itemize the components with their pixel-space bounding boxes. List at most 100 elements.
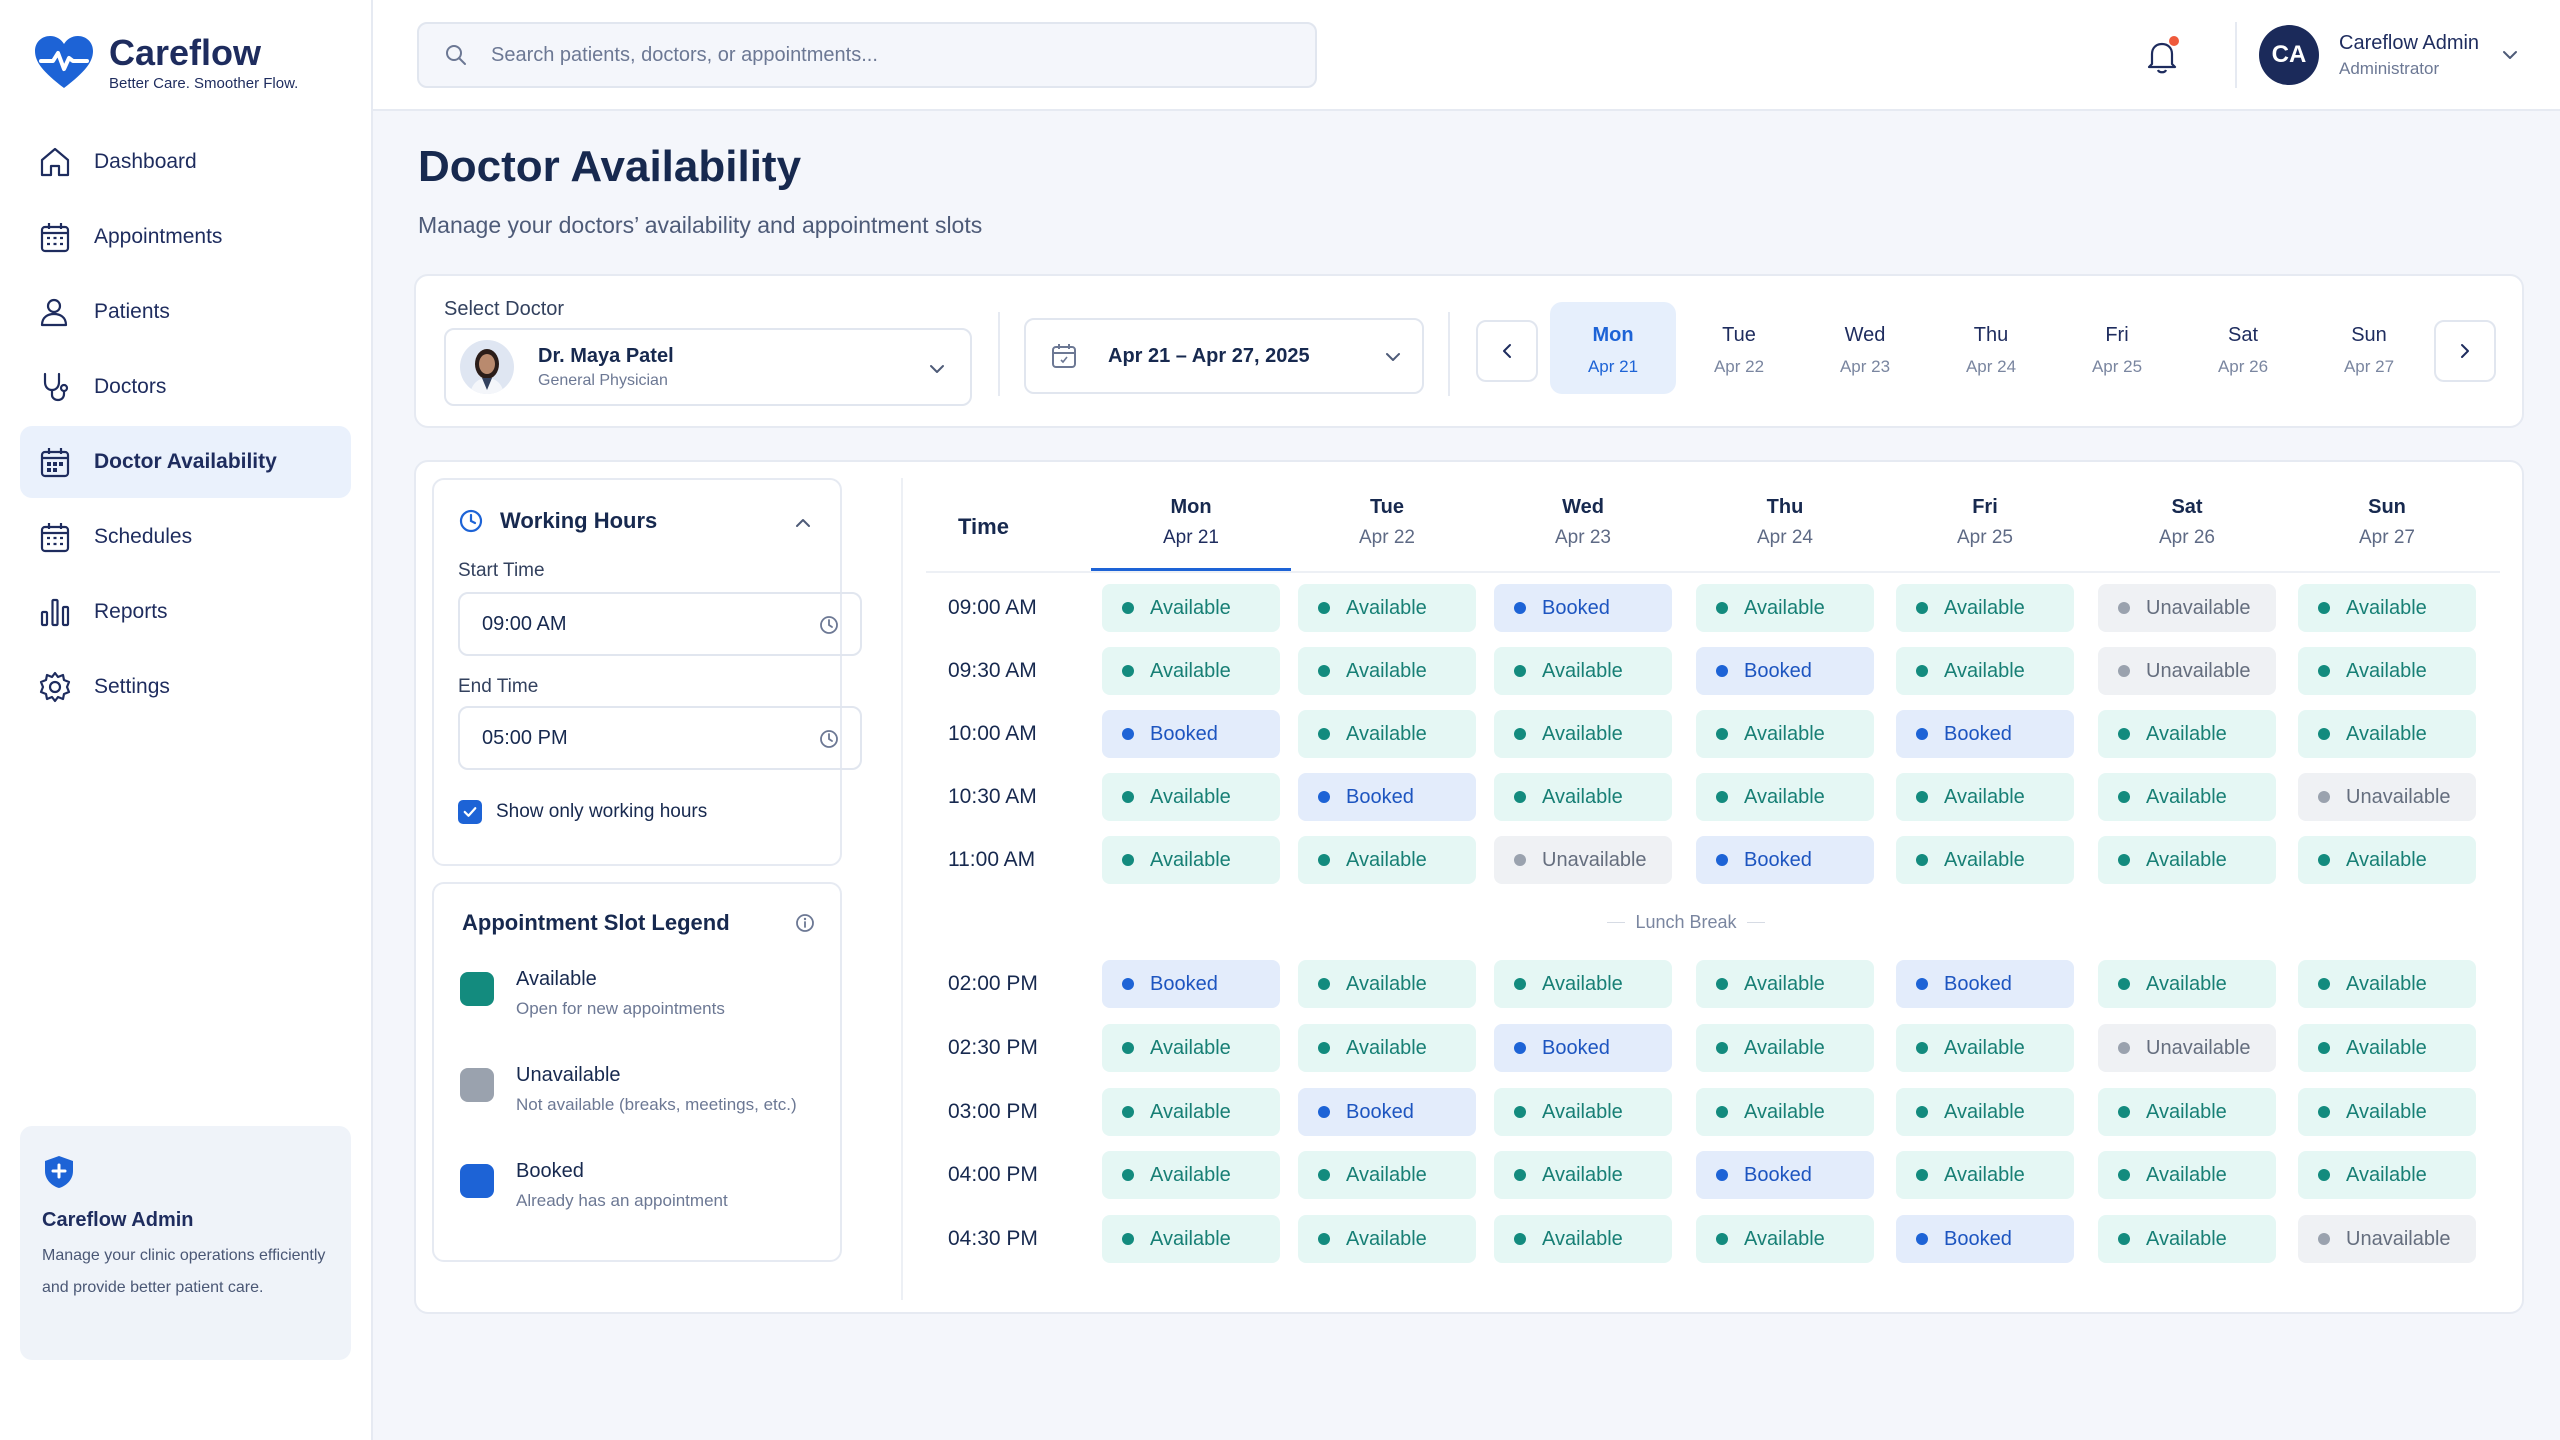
slot-available[interactable]: Available xyxy=(1298,710,1476,758)
slot-available[interactable]: Available xyxy=(2298,647,2476,695)
slot-booked[interactable]: Booked xyxy=(1896,710,2074,758)
slot-available[interactable]: Available xyxy=(1494,773,1672,821)
slot-available[interactable]: Available xyxy=(1298,960,1476,1008)
slot-available[interactable]: Available xyxy=(1896,1151,2074,1199)
slot-available[interactable]: Available xyxy=(2298,1088,2476,1136)
slot-available[interactable]: Available xyxy=(2298,1151,2476,1199)
sidebar-item-doctor-availability[interactable]: Doctor Availability xyxy=(20,426,351,498)
slot-available[interactable]: Available xyxy=(1896,647,2074,695)
slot-booked[interactable]: Booked xyxy=(1494,584,1672,632)
sidebar-item-schedules[interactable]: Schedules xyxy=(20,501,351,573)
sidebar-item-appointments[interactable]: Appointments xyxy=(20,201,351,273)
slot-available[interactable]: Available xyxy=(1896,1024,2074,1072)
slot-available[interactable]: Available xyxy=(1696,1088,1874,1136)
start-time-input[interactable]: 09:00 AM xyxy=(458,592,862,656)
slot-available[interactable]: Available xyxy=(1896,584,2074,632)
slot-unavailable[interactable]: Unavailable xyxy=(2298,1215,2476,1263)
slot-available[interactable]: Available xyxy=(1696,584,1874,632)
slot-available[interactable]: Available xyxy=(1494,710,1672,758)
sidebar-item-settings[interactable]: Settings xyxy=(20,651,351,723)
day-tab-fri[interactable]: Fri Apr 25 xyxy=(2054,302,2180,394)
slot-available[interactable]: Available xyxy=(2098,773,2276,821)
slot-available[interactable]: Available xyxy=(2098,836,2276,884)
end-time-input[interactable]: 05:00 PM xyxy=(458,706,862,770)
slot-available[interactable]: Available xyxy=(1696,960,1874,1008)
slot-unavailable[interactable]: Unavailable xyxy=(1494,836,1672,884)
slot-available[interactable]: Available xyxy=(1494,1088,1672,1136)
sidebar-item-reports[interactable]: Reports xyxy=(20,576,351,648)
slot-available[interactable]: Available xyxy=(1494,1215,1672,1263)
slot-available[interactable]: Available xyxy=(2298,584,2476,632)
slot-available[interactable]: Available xyxy=(1102,1151,1280,1199)
slot-available[interactable]: Available xyxy=(1102,584,1280,632)
slot-available[interactable]: Available xyxy=(2098,1088,2276,1136)
slot-available[interactable]: Available xyxy=(2298,1024,2476,1072)
info-icon[interactable] xyxy=(794,912,816,934)
notifications-button[interactable] xyxy=(2143,36,2181,76)
slot-available[interactable]: Available xyxy=(1298,1024,1476,1072)
day-tab-sun[interactable]: Sun Apr 27 xyxy=(2306,302,2432,394)
slot-booked[interactable]: Booked xyxy=(1696,836,1874,884)
slot-available[interactable]: Available xyxy=(1102,647,1280,695)
slot-available[interactable]: Available xyxy=(1494,647,1672,695)
slot-unavailable[interactable]: Unavailable xyxy=(2098,584,2276,632)
slot-unavailable[interactable]: Unavailable xyxy=(2298,773,2476,821)
slot-available[interactable]: Available xyxy=(1696,1215,1874,1263)
slot-available[interactable]: Available xyxy=(1696,1024,1874,1072)
slot-unavailable[interactable]: Unavailable xyxy=(2098,1024,2276,1072)
slot-available[interactable]: Available xyxy=(1494,1151,1672,1199)
slot-available[interactable]: Available xyxy=(1298,1215,1476,1263)
slot-available[interactable]: Available xyxy=(2298,960,2476,1008)
slot-available[interactable]: Available xyxy=(2098,960,2276,1008)
slot-available[interactable]: Available xyxy=(1102,773,1280,821)
slot-booked[interactable]: Booked xyxy=(1298,1088,1476,1136)
slot-available[interactable]: Available xyxy=(1896,1088,2074,1136)
slot-available[interactable]: Available xyxy=(2098,1151,2276,1199)
next-week-button[interactable] xyxy=(2434,320,2496,382)
day-tab-thu[interactable]: Thu Apr 24 xyxy=(1928,302,2054,394)
sidebar-item-doctors[interactable]: Doctors xyxy=(20,351,351,423)
slot-available[interactable]: Available xyxy=(1696,710,1874,758)
slot-booked[interactable]: Booked xyxy=(1896,1215,2074,1263)
slot-booked[interactable]: Booked xyxy=(1102,710,1280,758)
slot-unavailable[interactable]: Unavailable xyxy=(2098,647,2276,695)
slot-available[interactable]: Available xyxy=(1298,584,1476,632)
slot-booked[interactable]: Booked xyxy=(1494,1024,1672,1072)
slot-available[interactable]: Available xyxy=(1896,773,2074,821)
slot-booked[interactable]: Booked xyxy=(1896,960,2074,1008)
sidebar-item-dashboard[interactable]: Dashboard xyxy=(20,126,351,198)
sidebar-item-patients[interactable]: Patients xyxy=(20,276,351,348)
slot-available[interactable]: Available xyxy=(2098,1215,2276,1263)
day-tab-tue[interactable]: Tue Apr 22 xyxy=(1676,302,1802,394)
slot-available[interactable]: Available xyxy=(1102,1088,1280,1136)
slot-booked[interactable]: Booked xyxy=(1102,960,1280,1008)
checkbox-checked-icon[interactable] xyxy=(458,800,482,824)
user-profile-menu[interactable]: CA Careflow Admin Administrator xyxy=(2241,20,2541,90)
day-tab-sat[interactable]: Sat Apr 26 xyxy=(2180,302,2306,394)
slot-available[interactable]: Available xyxy=(2098,710,2276,758)
prev-week-button[interactable] xyxy=(1476,320,1538,382)
date-range-picker[interactable]: Apr 21 – Apr 27, 2025 xyxy=(1024,318,1424,394)
slot-available[interactable]: Available xyxy=(1494,960,1672,1008)
slot-booked[interactable]: Booked xyxy=(1298,773,1476,821)
slot-available[interactable]: Available xyxy=(1102,836,1280,884)
day-tab-wed[interactable]: Wed Apr 23 xyxy=(1802,302,1928,394)
logo[interactable]: Careflow Better Care. Smoother Flow. xyxy=(33,33,298,92)
slot-available[interactable]: Available xyxy=(1102,1215,1280,1263)
slot-available[interactable]: Available xyxy=(1896,836,2074,884)
slot-available[interactable]: Available xyxy=(2298,836,2476,884)
doctor-select[interactable]: Dr. Maya Patel General Physician xyxy=(444,328,972,406)
slot-available[interactable]: Available xyxy=(1298,836,1476,884)
slot-booked[interactable]: Booked xyxy=(1696,1151,1874,1199)
search-input[interactable] xyxy=(491,43,1291,67)
slot-available[interactable]: Available xyxy=(1298,647,1476,695)
search-bar[interactable] xyxy=(417,22,1317,88)
slot-available[interactable]: Available xyxy=(1102,1024,1280,1072)
slot-booked[interactable]: Booked xyxy=(1696,647,1874,695)
slot-available[interactable]: Available xyxy=(2298,710,2476,758)
slot-available[interactable]: Available xyxy=(1298,1151,1476,1199)
working-hours-checkbox[interactable]: Show only working hours xyxy=(458,800,707,824)
day-tab-mon[interactable]: Mon Apr 21 xyxy=(1550,302,1676,394)
chevron-up-icon[interactable] xyxy=(792,512,814,534)
slot-available[interactable]: Available xyxy=(1696,773,1874,821)
